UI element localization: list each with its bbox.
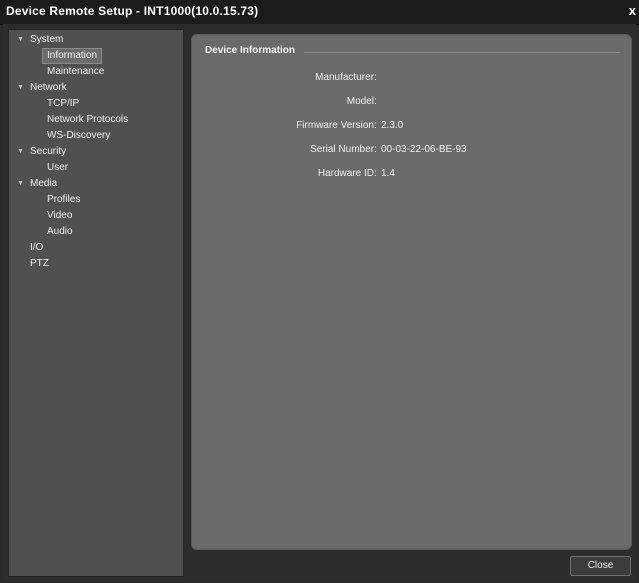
expand-arrow-icon[interactable]: ▼ [17, 144, 27, 160]
tree-item-label: Audio [47, 226, 73, 237]
window-close-icon[interactable]: x [629, 3, 636, 18]
tree-item-information[interactable]: Information [9, 48, 183, 64]
section-divider [304, 52, 620, 53]
field-manufacturer: Manufacturer : [192, 72, 633, 86]
tree-item-label: PTZ [30, 258, 49, 269]
tree-item-io[interactable]: I/O [9, 240, 183, 256]
title-bar: Device Remote Setup - INT1000(10.0.15.73… [0, 0, 639, 25]
field-label: Firmware Version [296, 120, 374, 131]
tree-item-label: Network Protocols [47, 114, 129, 125]
field-firmware-version: Firmware Version : 2.3.0 [192, 120, 633, 134]
tree-item-label: Network [30, 82, 67, 93]
section-title: Device Information [205, 45, 296, 56]
field-colon: : [374, 120, 377, 131]
field-label: Hardware ID [317, 168, 374, 179]
field-value: 1.4 [381, 168, 395, 179]
tree-item-security[interactable]: ▼ Security [9, 144, 183, 160]
tree-item-media[interactable]: ▼ Media [9, 176, 183, 192]
tree-item-network[interactable]: ▼ Network [9, 80, 183, 96]
tree-item-label: Profiles [47, 194, 81, 205]
field-colon: : [374, 168, 377, 179]
field-colon: : [374, 144, 377, 155]
expand-arrow-icon[interactable]: ▼ [17, 80, 27, 96]
field-model: Model : [192, 96, 633, 110]
tree-item-label: I/O [30, 242, 44, 253]
tree-item-network-protocols[interactable]: Network Protocols [9, 112, 183, 128]
field-serial-number: Serial Number : 00-03-22-06-BE-93 [192, 144, 633, 158]
device-information-panel: Device Information Manufacturer : Model … [191, 34, 632, 550]
expand-arrow-icon[interactable]: ▼ [17, 32, 27, 48]
tree-item-ws-discovery[interactable]: WS-Discovery [9, 128, 183, 144]
tree-item-audio[interactable]: Audio [9, 224, 183, 240]
settings-tree: ▼ System Information Maintenance ▼ Netwo… [8, 29, 184, 577]
tree-item-user[interactable]: User [9, 160, 183, 176]
tree-item-ptz[interactable]: PTZ [9, 256, 183, 272]
field-label: Manufacturer [315, 72, 374, 83]
tree-item-maintenance[interactable]: Maintenance [9, 64, 183, 80]
expand-arrow-icon[interactable]: ▼ [17, 176, 27, 192]
field-value: 00-03-22-06-BE-93 [381, 144, 467, 155]
tree-item-label: TCP/IP [47, 98, 80, 109]
tree-item-label: System [30, 34, 64, 45]
tree-item-label: Maintenance [47, 66, 105, 77]
field-label: Model [346, 96, 374, 107]
field-label: Serial Number [310, 144, 374, 155]
tree-item-label: Security [30, 146, 67, 157]
tree-item-label: Video [47, 210, 73, 221]
tree-item-label: Media [30, 178, 58, 189]
tree-item-label: WS-Discovery [47, 130, 111, 141]
tree-item-label: Information [42, 48, 103, 64]
tree-item-label: User [47, 162, 69, 173]
tree-item-video[interactable]: Video [9, 208, 183, 224]
field-value: 2.3.0 [381, 120, 404, 131]
dialog-body: ▼ System Information Maintenance ▼ Netwo… [3, 24, 636, 580]
close-button[interactable]: Close [570, 556, 631, 576]
field-colon: : [374, 72, 377, 83]
window-title: Device Remote Setup - INT1000(10.0.15.73… [6, 4, 259, 18]
field-hardware-id: Hardware ID : 1.4 [192, 168, 633, 182]
tree-item-tcpip[interactable]: TCP/IP [9, 96, 183, 112]
tree-item-profiles[interactable]: Profiles [9, 192, 183, 208]
tree-item-system[interactable]: ▼ System [9, 32, 183, 48]
field-colon: : [374, 96, 377, 107]
